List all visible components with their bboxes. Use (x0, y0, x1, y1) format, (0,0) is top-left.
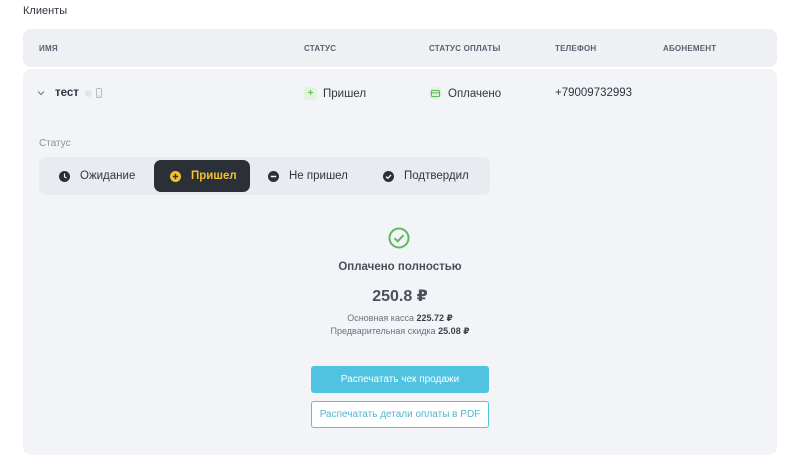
discount-value: 25.08 ₽ (438, 326, 470, 336)
column-header-payment-status[interactable]: СТАТУС ОПЛАТЫ (429, 44, 501, 53)
plus-icon: + (304, 87, 317, 100)
table-header: ИМЯ СТАТУС СТАТУС ОПЛАТЫ ТЕЛЕФОН АБОНЕМЕ… (23, 29, 777, 67)
print-pdf-button[interactable]: Распечатать детали оплаты в PDF (311, 401, 489, 428)
total-amount: 250.8 ₽ (372, 288, 428, 305)
status-segmented-control: Ожидание Пришел Не пришел Подтвердил (39, 157, 490, 195)
status-option-label: Ожидание (80, 170, 136, 182)
status-option-label: Подтвердил (404, 170, 469, 182)
status-option-label: Пришел (191, 170, 237, 182)
phone-value: +79009732993 (555, 87, 633, 99)
plus-circle-icon (170, 170, 181, 182)
main-cash-line: Основная касса 225.72 ₽ (23, 313, 777, 324)
column-header-phone[interactable]: ТЕЛЕФОН (555, 44, 596, 53)
mobile-phone-icon (95, 88, 102, 98)
client-name[interactable]: тест (55, 87, 79, 99)
check-circle-success-icon (388, 227, 410, 249)
main-cash-label: Основная касса (347, 313, 414, 323)
payment-status-cell: Оплачено (429, 87, 501, 100)
clock-icon (59, 170, 70, 182)
status-dot-icon (84, 89, 92, 97)
print-receipt-button[interactable]: Распечатать чек продажи (311, 366, 489, 393)
main-cash-value: 225.72 ₽ (416, 313, 453, 323)
status-cell: + Пришел (304, 87, 366, 100)
payment-status-title: Оплачено полностью (338, 261, 462, 273)
status-value: Пришел (323, 87, 367, 100)
status-option-not-arrived[interactable]: Не пришел (268, 157, 348, 195)
column-header-subscription[interactable]: АБОНЕМЕНТ (663, 44, 716, 53)
status-option-waiting[interactable]: Ожидание (59, 157, 135, 195)
client-row-expanded: тест + Пришел Оплачено +79009732993 Стат… (23, 69, 777, 455)
payment-status-value: Оплачено (448, 87, 502, 100)
status-label: Статус (39, 138, 71, 149)
credit-card-icon (429, 87, 442, 100)
section-title: Клиенты (23, 5, 68, 17)
minus-circle-icon (268, 170, 279, 182)
column-header-name[interactable]: ИМЯ (39, 44, 58, 53)
column-header-status[interactable]: СТАТУС (304, 44, 336, 53)
chevron-down-icon[interactable] (37, 89, 45, 97)
check-circle-icon (383, 170, 394, 182)
discount-label: Предварительная скидка (330, 326, 436, 336)
status-option-arrived[interactable]: Пришел (154, 160, 250, 192)
client-name-cell[interactable]: тест (55, 87, 102, 99)
status-option-confirmed[interactable]: Подтвердил (383, 157, 469, 195)
status-option-label: Не пришел (289, 170, 348, 182)
phone-cell: +79009732993 (555, 87, 632, 99)
discount-line: Предварительная скидка 25.08 ₽ (23, 326, 777, 337)
